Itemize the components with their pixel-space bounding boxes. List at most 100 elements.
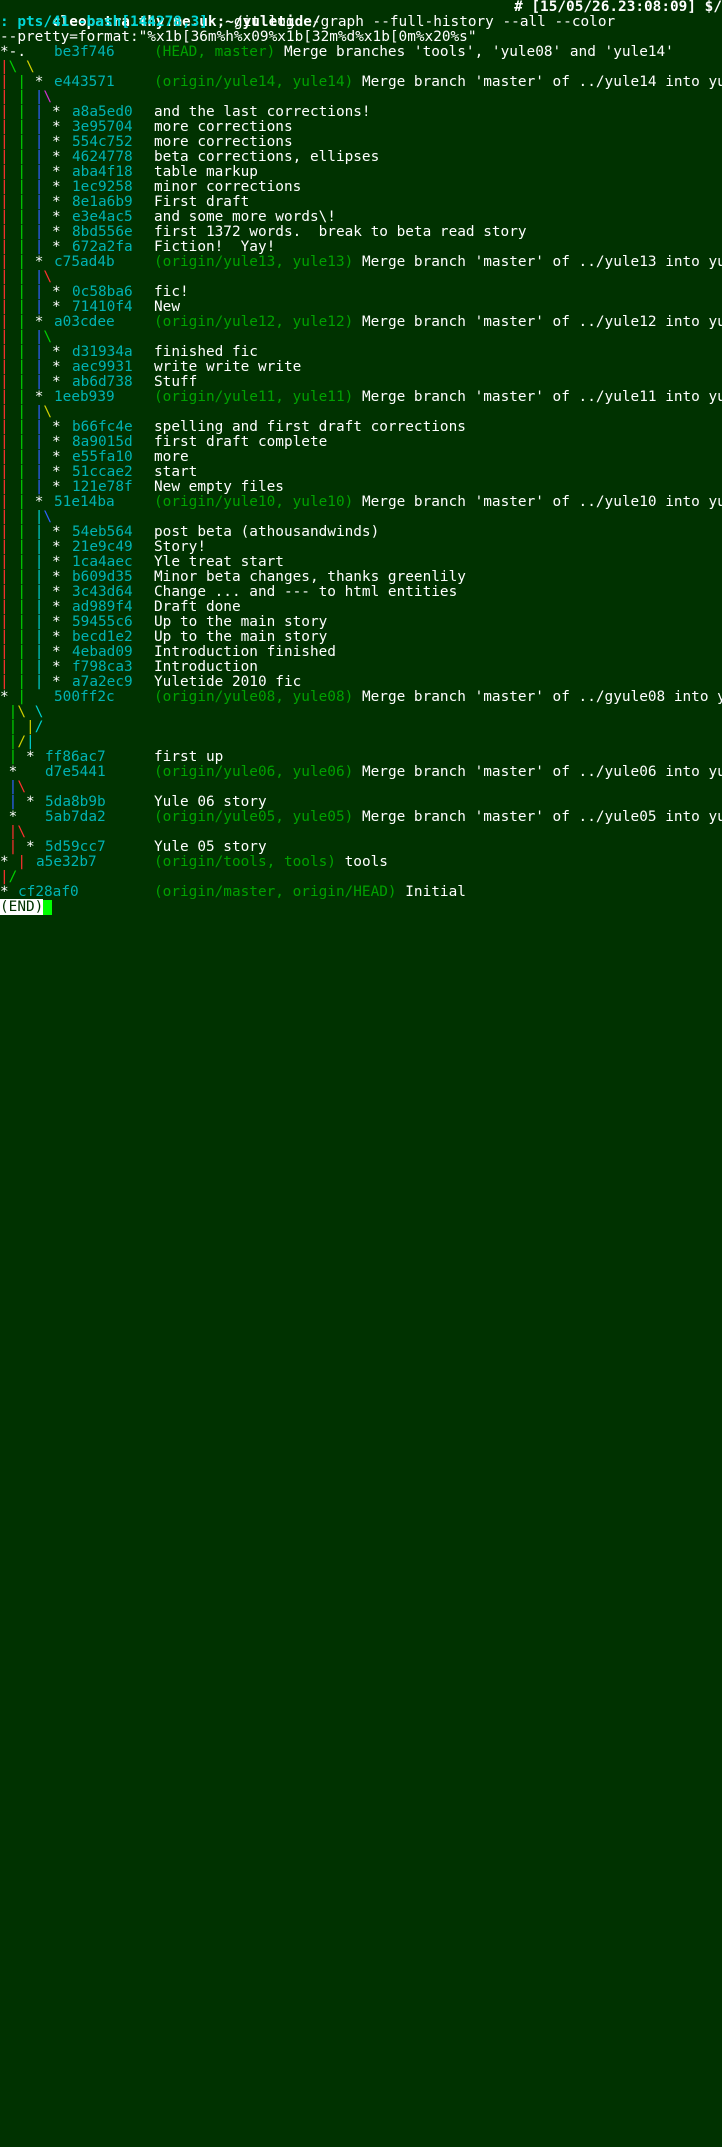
commit-row: | | | * 672a2fa Fiction! Yay! xyxy=(0,240,722,255)
graph-lanes: | | | * xyxy=(0,540,61,555)
graph-glyph: | xyxy=(0,89,9,105)
graph-glyph xyxy=(26,419,35,435)
graph-glyph: * xyxy=(52,104,61,120)
graph-glyph: * xyxy=(52,149,61,165)
commit-row: * | 500ff2c (origin/yule08, yule08) Merge… xyxy=(0,690,722,705)
graph-glyph xyxy=(26,359,35,375)
graph-glyph: | xyxy=(17,284,27,300)
commit-message: Fiction! Yay! xyxy=(154,239,276,255)
commit-subject-line: (HEAD, master) Merge branches 'tools', '… xyxy=(154,45,674,60)
commit-message: Introduction finished xyxy=(154,644,336,660)
graph-glyph: | xyxy=(0,59,9,75)
commit-row: * | a5e32b7 (origin/tools, tools) tools xyxy=(0,855,722,870)
commit-message: Up to the main story xyxy=(154,614,328,630)
graph-lanes: | | | * xyxy=(0,645,61,660)
command-continuation: --pretty=format:"%x1b[36m%h%x09%x1b[32m%… xyxy=(0,29,477,45)
ref-names: (origin/yule13, yule13) xyxy=(154,254,354,270)
graph-glyph: * xyxy=(52,584,61,600)
commit-row: | | | * 21e9c49 Story! xyxy=(0,540,722,555)
commit-row: | | | * 4624778 beta corrections, ellipses xyxy=(0,150,722,165)
graph-glyph: \ xyxy=(43,329,53,345)
graph-glyph: | xyxy=(17,239,27,255)
graph-glyph xyxy=(43,194,52,210)
cursor[interactable] xyxy=(43,900,53,915)
graph-glyph xyxy=(43,554,52,570)
graph-connector-row: |\ xyxy=(0,780,722,795)
commit-hash: 5ab7da2 xyxy=(45,809,106,825)
commit-subject-line: first up xyxy=(154,750,223,765)
commit-row: * 5ab7da2 (origin/yule05, yule05) Merge b… xyxy=(0,810,722,825)
graph-glyph xyxy=(43,674,52,690)
graph-glyph xyxy=(26,224,35,240)
commit-subject-line: (origin/yule12, yule12) Merge branch 'ma… xyxy=(154,315,722,330)
graph-lanes: * | xyxy=(0,690,43,705)
graph-connector-row: | | |\ xyxy=(0,510,722,525)
commit-row: | | | * 3e95704 more corrections xyxy=(0,120,722,135)
commit-message: table markup xyxy=(154,164,258,180)
commit-message: more corrections xyxy=(154,134,293,150)
commit-subject-line: Minor beta changes, thanks greenlily xyxy=(154,570,466,585)
graph-glyph xyxy=(0,734,9,750)
commit-hash: 8e1a6b9 xyxy=(72,194,133,210)
commit-message: Merge branch 'master' of ../yule12 into … xyxy=(361,314,722,330)
graph-glyph: | xyxy=(0,299,9,315)
commit-row: | | | * aba4f18 table markup xyxy=(0,165,722,180)
graph-glyph: | xyxy=(0,629,9,645)
commit-row: | | | * e55fa10 more xyxy=(0,450,722,465)
graph-glyph: | xyxy=(17,389,27,405)
graph-glyph: * xyxy=(52,194,61,210)
commit-subject-line: more corrections xyxy=(154,120,293,135)
commit-subject-line: Change ... and --- to html entities xyxy=(154,585,457,600)
graph-glyph: * xyxy=(52,419,61,435)
commit-message: Merge branch 'master' of ../yule13 into … xyxy=(361,254,722,270)
graph-glyph: * xyxy=(52,299,61,315)
graph-glyph: \ xyxy=(26,59,35,75)
commit-subject-line: (origin/yule10, yule10) Merge branch 'ma… xyxy=(154,495,722,510)
commit-subject-line: (origin/yule08, yule08) Merge branch 'ma… xyxy=(154,690,722,705)
graph-glyph: | xyxy=(0,164,9,180)
graph-glyph xyxy=(0,764,9,780)
terminal-window[interactable]: cleopatra.thy.me.uk:~/yuletide/ # [15/05… xyxy=(0,0,722,2147)
graph-glyph xyxy=(26,209,35,225)
commit-hash: ad989f4 xyxy=(72,599,133,615)
commit-subject-line: Introduction xyxy=(154,660,258,675)
graph-glyph: | xyxy=(0,284,9,300)
graph-glyph xyxy=(26,479,35,495)
graph-glyph: * xyxy=(34,389,44,405)
commit-subject-line: Yule 05 story xyxy=(154,840,267,855)
commit-hash: 51e14ba xyxy=(54,494,115,510)
graph-glyph: | xyxy=(17,464,27,480)
graph-glyph xyxy=(43,599,52,615)
graph-lanes: | | | * xyxy=(0,525,61,540)
commit-hash: 4ebad09 xyxy=(72,644,133,660)
commit-row: | | | * 4ebad09 Introduction finished xyxy=(0,645,722,660)
graph-glyph: * xyxy=(52,179,61,195)
graph-connector-row: |\ xyxy=(0,825,722,840)
graph-glyph: | xyxy=(17,584,27,600)
graph-glyph xyxy=(26,809,35,825)
graph-glyph: * xyxy=(52,374,61,390)
commit-row: | | | * b609d35 Minor beta changes, thanks… xyxy=(0,570,722,585)
commit-row: | | | * d31934a finished fic xyxy=(0,345,722,360)
graph-glyph: | xyxy=(17,179,27,195)
commit-row: | | | * ad989f4 Draft done xyxy=(0,600,722,615)
commit-subject-line: beta corrections, ellipses xyxy=(154,150,379,165)
graph-glyph: | xyxy=(17,599,27,615)
graph-glyph: | xyxy=(0,869,9,885)
graph-glyph: * xyxy=(52,674,61,690)
commit-row: | | | * 59455c6 Up to the main story xyxy=(0,615,722,630)
graph-glyph xyxy=(26,344,35,360)
commit-hash: a03cdee xyxy=(54,314,115,330)
commit-subject-line: Yle treat start xyxy=(154,555,284,570)
commit-row: | | | * e3e4ac5 and some more words\! xyxy=(0,210,722,225)
graph-glyph: * xyxy=(52,479,61,495)
commit-row: | | | * 71410f4 New xyxy=(0,300,722,315)
end-marker: (END) xyxy=(0,899,44,915)
graph-glyph xyxy=(0,839,9,855)
graph-glyph: | xyxy=(0,539,9,555)
graph-glyph: * xyxy=(26,749,35,765)
graph-glyph xyxy=(43,464,52,480)
graph-lanes: | | | * xyxy=(0,570,61,585)
graph-glyph: | xyxy=(17,89,27,105)
graph-glyph: | xyxy=(17,104,27,120)
